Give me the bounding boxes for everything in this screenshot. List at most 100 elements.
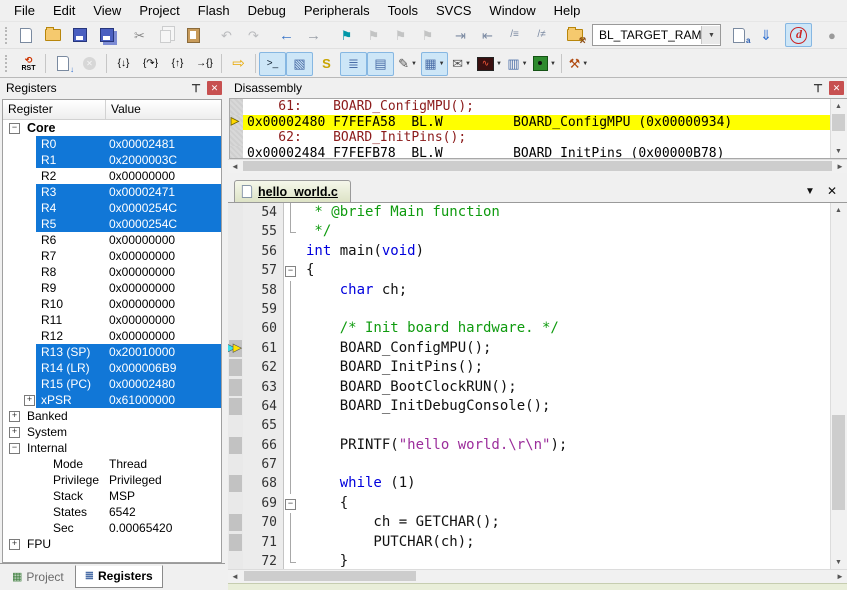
scroll-down-icon[interactable]: ▼ — [831, 555, 846, 569]
register-row[interactable]: R20x00000000 — [3, 168, 221, 184]
disassembly-horizontal-scrollbar[interactable]: ◄ ► — [228, 159, 847, 173]
call-stack-window-button[interactable]: ▤ — [367, 52, 394, 76]
register-row[interactable]: R90x00000000 — [3, 280, 221, 296]
translate-button[interactable]: a — [725, 23, 752, 47]
column-header-register[interactable]: Register — [3, 100, 106, 119]
new-file-button[interactable] — [12, 23, 39, 47]
navigate-forward-button[interactable]: → — [300, 23, 327, 47]
register-row[interactable]: R10x2000003C — [3, 152, 221, 168]
code-line[interactable]: 57−{ — [228, 261, 830, 280]
code-line[interactable]: 67 — [228, 455, 830, 474]
fold-margin[interactable] — [283, 203, 297, 222]
breakpoint-margin[interactable] — [228, 494, 243, 513]
register-row[interactable]: +xPSR0x61000000 — [3, 392, 221, 408]
dropdown-arrow-icon[interactable]: ▼ — [411, 61, 417, 67]
code-line[interactable]: 54 * @brief Main function — [228, 203, 830, 222]
code-area[interactable]: 54 * @brief Main function55 */56int main… — [228, 203, 847, 569]
menu-window[interactable]: Window — [480, 1, 544, 20]
breakpoint-margin[interactable]: ▶▶ — [228, 339, 243, 358]
copy-button[interactable] — [153, 23, 180, 47]
open-file-button[interactable] — [39, 23, 66, 47]
breakpoint-margin[interactable] — [228, 455, 243, 474]
redo-button[interactable]: ↷ — [240, 23, 267, 47]
collapse-icon[interactable]: − — [9, 443, 20, 454]
code-line[interactable]: 63 BOARD_BootClockRUN(); — [228, 378, 830, 397]
pin-icon[interactable]: ⊤ — [189, 82, 203, 95]
fold-margin[interactable] — [283, 378, 297, 397]
breakpoint-margin[interactable] — [228, 474, 243, 493]
fold-margin[interactable]: − — [283, 494, 297, 513]
scroll-down-icon[interactable]: ▼ — [831, 144, 846, 158]
register-row[interactable]: R40x0000254C — [3, 200, 221, 216]
expand-icon[interactable]: + — [9, 539, 20, 550]
save-all-button[interactable] — [93, 23, 120, 47]
code-lines[interactable]: 54 * @brief Main function55 */56int main… — [228, 203, 830, 569]
breakpoint-margin[interactable] — [228, 416, 243, 435]
bottom-tab-project[interactable]: ▦Project — [3, 567, 73, 588]
expand-icon[interactable]: + — [24, 395, 35, 406]
menu-project[interactable]: Project — [130, 1, 188, 20]
breakpoint-margin[interactable] — [228, 358, 243, 377]
fold-margin[interactable] — [283, 533, 297, 552]
register-row[interactable]: −Core — [3, 120, 221, 136]
chevron-down-icon[interactable]: ▼ — [701, 26, 720, 44]
scrollbar-thumb[interactable] — [832, 415, 845, 510]
menu-tools[interactable]: Tools — [379, 1, 427, 20]
scrollbar-thumb[interactable] — [832, 114, 845, 131]
disassembly-vertical-scrollbar[interactable]: ▲ ▼ — [830, 99, 847, 158]
fold-margin[interactable] — [283, 416, 297, 435]
register-row[interactable]: PrivilegePrivileged — [3, 472, 221, 488]
serial-window-button[interactable]: ✉▼ — [448, 52, 475, 76]
breakpoint-toggle-button[interactable]: ● — [818, 23, 845, 47]
scrollbar-thumb[interactable] — [243, 161, 832, 171]
close-icon[interactable]: ✕ — [829, 81, 844, 95]
code-line[interactable]: 58 char ch; — [228, 281, 830, 300]
tab-hello-world-c[interactable]: hello_world.c — [234, 180, 351, 202]
register-row[interactable]: +System — [3, 424, 221, 440]
disassembly-line[interactable]: 62: BOARD_InitPins(); — [230, 130, 830, 146]
symbol-window-button[interactable]: S — [313, 52, 340, 76]
save-button[interactable] — [66, 23, 93, 47]
code-line[interactable]: 60 /* Init board hardware. */ — [228, 319, 830, 338]
target-select-combo[interactable]: BL_TARGET_RAM▼ — [592, 24, 721, 46]
code-line[interactable]: 72 } — [228, 552, 830, 569]
breakpoint-margin[interactable] — [228, 552, 243, 569]
stop-button[interactable]: ✕ — [76, 52, 103, 76]
breakpoint-margin[interactable] — [228, 222, 243, 241]
breakpoint-margin[interactable] — [228, 261, 243, 280]
code-line[interactable]: 62 BOARD_InitPins(); — [228, 358, 830, 377]
code-line[interactable]: 65 — [228, 416, 830, 435]
code-line[interactable]: 66 PRINTF("hello world.\r\n"); — [228, 436, 830, 455]
menu-flash[interactable]: Flash — [189, 1, 239, 20]
expand-icon[interactable]: + — [9, 427, 20, 438]
fold-margin[interactable] — [283, 455, 297, 474]
cut-button[interactable]: ✂ — [126, 23, 153, 47]
register-row[interactable]: R70x00000000 — [3, 248, 221, 264]
undo-button[interactable]: ↶ — [213, 23, 240, 47]
tab-list-dropdown-icon[interactable]: ▼ — [805, 186, 815, 197]
fold-margin[interactable] — [283, 281, 297, 300]
register-row[interactable]: R120x00000000 — [3, 328, 221, 344]
disassembly-gutter[interactable] — [230, 130, 243, 146]
fold-margin[interactable] — [283, 339, 297, 358]
register-row[interactable]: R110x00000000 — [3, 312, 221, 328]
step-into-button[interactable]: {↓} — [110, 52, 137, 76]
watch-window-button[interactable]: ✎▼ — [394, 52, 421, 76]
analysis-window-button[interactable]: ∿▼ — [475, 52, 504, 76]
breakpoint-margin[interactable] — [228, 397, 243, 416]
register-row[interactable]: +FPU — [3, 536, 221, 552]
breakpoint-margin[interactable] — [228, 300, 243, 319]
tab-close-icon[interactable]: ✕ — [827, 184, 837, 198]
memory-window-button[interactable]: ▦▼ — [421, 52, 448, 76]
code-line[interactable]: 64 BOARD_InitDebugConsole(); — [228, 397, 830, 416]
fold-margin[interactable] — [283, 513, 297, 532]
register-row[interactable]: R14 (LR)0x000006B9 — [3, 360, 221, 376]
close-icon[interactable]: ✕ — [207, 81, 222, 95]
collapse-icon[interactable]: − — [9, 123, 20, 134]
pin-icon[interactable]: ⊤ — [811, 82, 825, 95]
scroll-left-icon[interactable]: ◄ — [228, 570, 242, 582]
register-row[interactable]: +Banked — [3, 408, 221, 424]
register-row[interactable]: StackMSP — [3, 488, 221, 504]
fold-margin[interactable] — [283, 319, 297, 338]
uncomment-button[interactable]: /≠ — [528, 23, 555, 47]
